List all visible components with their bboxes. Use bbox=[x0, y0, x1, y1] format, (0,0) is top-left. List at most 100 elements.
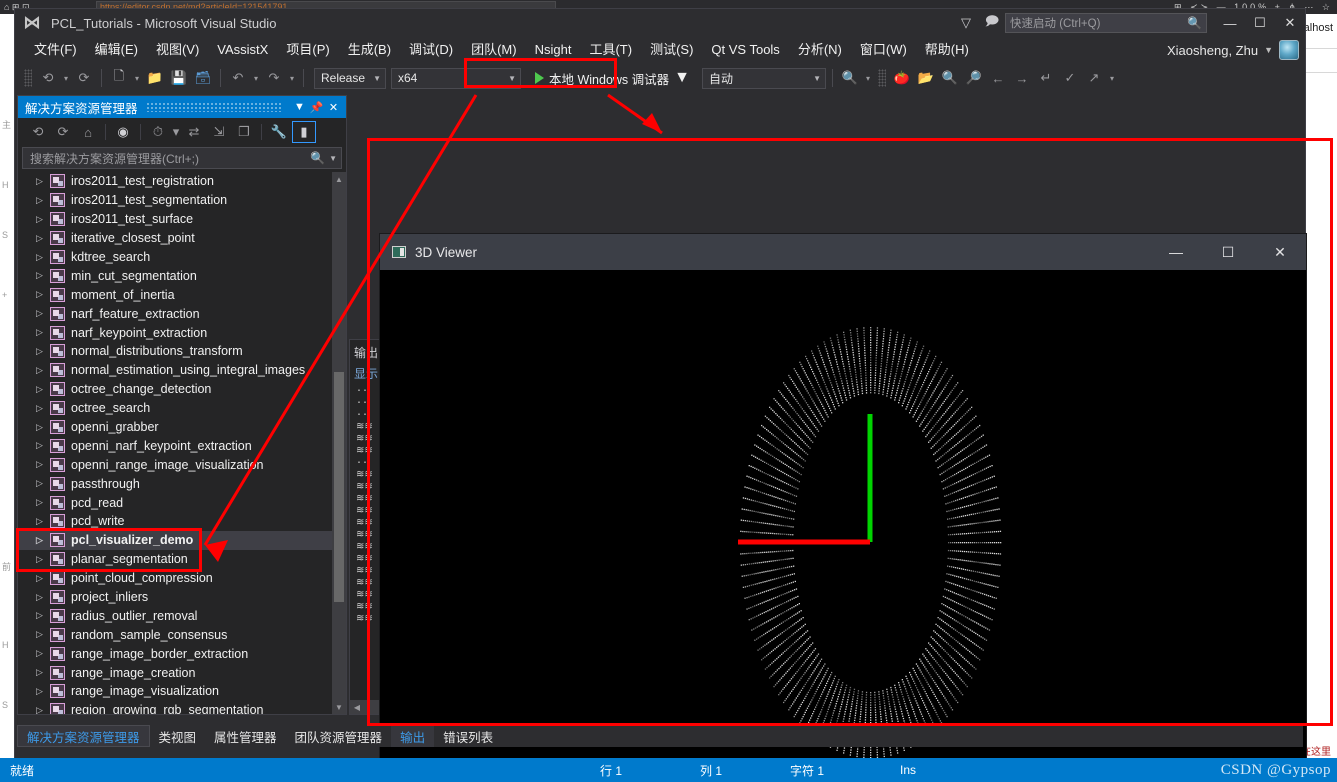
menu-item-project[interactable]: 项目(P) bbox=[277, 39, 338, 61]
menu-item-team[interactable]: 团队(M) bbox=[462, 39, 526, 61]
tree-item-min-cut-segmentation[interactable]: ▷ min_cut_segmentation bbox=[18, 266, 332, 285]
scrollbar-thumb[interactable] bbox=[334, 372, 344, 602]
tab-solution-explorer[interactable]: 解决方案资源管理器 bbox=[17, 725, 150, 747]
tree-item-iros2011-test-segmentation[interactable]: ▷ iros2011_test_segmentation bbox=[18, 191, 332, 210]
tree-item-range-image-visualization[interactable]: ▷ range_image_visualization bbox=[18, 682, 332, 701]
tree-item-project-inliers[interactable]: ▷ project_inliers bbox=[18, 588, 332, 607]
pending-changes-icon[interactable]: ◉ bbox=[111, 121, 135, 143]
chevron-down-icon[interactable]: ▼ bbox=[674, 69, 690, 87]
tree-item-openni-range-image-visualization[interactable]: ▷ openni_range_image_visualization bbox=[18, 455, 332, 474]
find-in-files-icon[interactable]: 🔍 bbox=[839, 67, 861, 89]
expand-arrow-icon[interactable]: ▷ bbox=[36, 592, 50, 603]
find-dropdown-icon[interactable]: ▾ bbox=[863, 74, 873, 83]
tree-item-iros2011-test-surface[interactable]: ▷ iros2011_test_surface bbox=[18, 210, 332, 229]
step-forward-icon[interactable]: → bbox=[1011, 67, 1033, 89]
chevron-down-icon[interactable]: ▼ bbox=[291, 98, 308, 116]
tab-team-explorer[interactable]: 团队资源管理器 bbox=[286, 725, 392, 747]
tree-item-openni-narf-keypoint-extraction[interactable]: ▷ openni_narf_keypoint_extraction bbox=[18, 436, 332, 455]
solution-explorer-search[interactable]: 搜索解决方案资源管理器(Ctrl+;) 🔍 ▼ bbox=[22, 147, 342, 169]
tree-item-iterative-closest-point[interactable]: ▷ iterative_closest_point bbox=[18, 229, 332, 248]
properties-icon[interactable]: 🔧 bbox=[267, 121, 291, 143]
avatar[interactable] bbox=[1279, 40, 1299, 60]
expand-arrow-icon[interactable]: ▷ bbox=[36, 535, 50, 546]
collapse-all-icon[interactable]: ❐ bbox=[232, 121, 256, 143]
undo-dropdown-icon[interactable]: ▾ bbox=[251, 74, 261, 83]
tab-output[interactable]: 输出 bbox=[391, 725, 435, 747]
tree-item-pcd-write[interactable]: ▷ pcd_write bbox=[18, 512, 332, 531]
expand-arrow-icon[interactable]: ▷ bbox=[36, 176, 50, 187]
tree-item-pcl-visualizer-demo[interactable]: ▷ pcl_visualizer_demo bbox=[18, 530, 332, 550]
expand-arrow-icon[interactable]: ▷ bbox=[36, 346, 50, 357]
expand-arrow-icon[interactable]: ▷ bbox=[36, 308, 50, 319]
tab-error-list[interactable]: 错误列表 bbox=[434, 725, 502, 747]
feedback-icon[interactable]: 🗩 bbox=[979, 10, 1005, 36]
expand-arrow-icon[interactable]: ▷ bbox=[36, 497, 50, 508]
menu-item-qt-vs-tools[interactable]: Qt VS Tools bbox=[702, 39, 788, 61]
save-icon[interactable]: 💾 bbox=[168, 67, 190, 89]
expand-arrow-icon[interactable]: ▷ bbox=[36, 686, 50, 697]
toolbar-overflow-icon[interactable]: ▾ bbox=[1107, 74, 1117, 83]
navigate-backward-dropdown-icon[interactable]: ▾ bbox=[61, 74, 71, 83]
tree-item-region-growing-rgb-segmentation[interactable]: ▷ region_growing_rgb_segmentation bbox=[18, 701, 332, 714]
tree-item-openni-grabber[interactable]: ▷ openni_grabber bbox=[18, 418, 332, 437]
menu-item-debug[interactable]: 调试(D) bbox=[400, 39, 462, 61]
save-all-icon[interactable]: 🗃 bbox=[192, 67, 214, 89]
tree-item-iros2011-test-registration[interactable]: ▷ iros2011_test_registration bbox=[18, 172, 332, 191]
tree-item-range-image-border-extraction[interactable]: ▷ range_image_border_extraction bbox=[18, 644, 332, 663]
expand-arrow-icon[interactable]: ▷ bbox=[36, 422, 50, 433]
chevron-down-icon[interactable]: ▼ bbox=[1264, 45, 1273, 55]
window-maximize-button[interactable]: ☐ bbox=[1245, 10, 1275, 36]
expand-arrow-icon[interactable]: ▷ bbox=[36, 648, 50, 659]
zoom-icon[interactable]: 🔎 bbox=[963, 67, 985, 89]
debug-target-combo[interactable]: 自动 ▼ bbox=[702, 67, 826, 89]
tree-item-octree-search[interactable]: ▷ octree_search bbox=[18, 399, 332, 418]
expand-arrow-icon[interactable]: ▷ bbox=[36, 667, 50, 678]
expand-arrow-icon[interactable]: ▷ bbox=[36, 573, 50, 584]
pin-icon[interactable]: 📌 bbox=[308, 98, 325, 116]
solution-platform-combo[interactable]: x64 ▼ bbox=[391, 67, 521, 89]
expand-arrow-icon[interactable]: ▷ bbox=[36, 327, 50, 338]
menu-item-window[interactable]: 窗口(W) bbox=[851, 39, 916, 61]
expand-arrow-icon[interactable]: ▷ bbox=[36, 440, 50, 451]
forward-icon[interactable]: ⟳ bbox=[51, 121, 75, 143]
tree-item-passthrough[interactable]: ▷ passthrough bbox=[18, 474, 332, 493]
menu-item-view[interactable]: 视图(V) bbox=[147, 39, 208, 61]
sync-icon[interactable]: ⇄ bbox=[182, 121, 206, 143]
navigate-backward-icon[interactable]: ⟲ bbox=[37, 67, 59, 89]
toolbar-grip-2[interactable] bbox=[878, 69, 886, 87]
expand-arrow-icon[interactable]: ▷ bbox=[36, 214, 50, 225]
tab-class-view[interactable]: 类视图 bbox=[150, 725, 206, 747]
expand-arrow-icon[interactable]: ▷ bbox=[36, 270, 50, 281]
tree-item-radius-outlier-removal[interactable]: ▷ radius_outlier_removal bbox=[18, 606, 332, 625]
tab-property-manager[interactable]: 属性管理器 bbox=[205, 725, 286, 747]
expand-arrow-icon[interactable]: ▷ bbox=[36, 289, 50, 300]
menu-item-tools[interactable]: 工具(T) bbox=[580, 39, 641, 61]
menu-item-edit[interactable]: 编辑(E) bbox=[86, 39, 147, 61]
home-icon[interactable]: ⌂ bbox=[76, 121, 100, 143]
search-folder-icon[interactable]: 🔍 bbox=[939, 67, 961, 89]
expand-arrow-icon[interactable]: ▷ bbox=[36, 384, 50, 395]
tree-item-narf-feature-extraction[interactable]: ▷ narf_feature_extraction bbox=[18, 304, 332, 323]
spellcheck-icon[interactable]: ✓ bbox=[1059, 67, 1081, 89]
step-back-icon[interactable]: ← bbox=[987, 67, 1009, 89]
window-close-button[interactable]: ✕ bbox=[1275, 10, 1305, 36]
solution-configuration-combo[interactable]: Release ▼ bbox=[314, 67, 386, 89]
expand-arrow-icon[interactable]: ▷ bbox=[36, 233, 50, 244]
scroll-left-icon[interactable]: ◀ bbox=[350, 700, 364, 714]
expand-arrow-icon[interactable]: ▷ bbox=[36, 478, 50, 489]
expand-arrow-icon[interactable]: ▷ bbox=[36, 365, 50, 376]
chevron-down-icon[interactable]: ▾ bbox=[171, 121, 181, 143]
viewer-close-button[interactable]: ✕ bbox=[1254, 234, 1306, 270]
expand-arrow-icon[interactable]: ▷ bbox=[36, 629, 50, 640]
tree-item-kdtree-search[interactable]: ▷ kdtree_search bbox=[18, 248, 332, 267]
open-folder-icon[interactable]: 📁 bbox=[144, 67, 166, 89]
tree-item-narf-keypoint-extraction[interactable]: ▷ narf_keypoint_extraction bbox=[18, 323, 332, 342]
expand-arrow-icon[interactable]: ▷ bbox=[36, 252, 50, 263]
expand-arrow-icon[interactable]: ▷ bbox=[36, 610, 50, 621]
tree-item-normal-estimation-using-integral-images[interactable]: ▷ normal_estimation_using_integral_images bbox=[18, 361, 332, 380]
menu-item-build[interactable]: 生成(B) bbox=[339, 39, 400, 61]
refresh-icon[interactable]: ⇲ bbox=[207, 121, 231, 143]
undo-navigation-icon[interactable]: ↵ bbox=[1035, 67, 1057, 89]
toolbar-grip-1[interactable] bbox=[24, 69, 32, 87]
tree-item-random-sample-consensus[interactable]: ▷ random_sample_consensus bbox=[18, 625, 332, 644]
